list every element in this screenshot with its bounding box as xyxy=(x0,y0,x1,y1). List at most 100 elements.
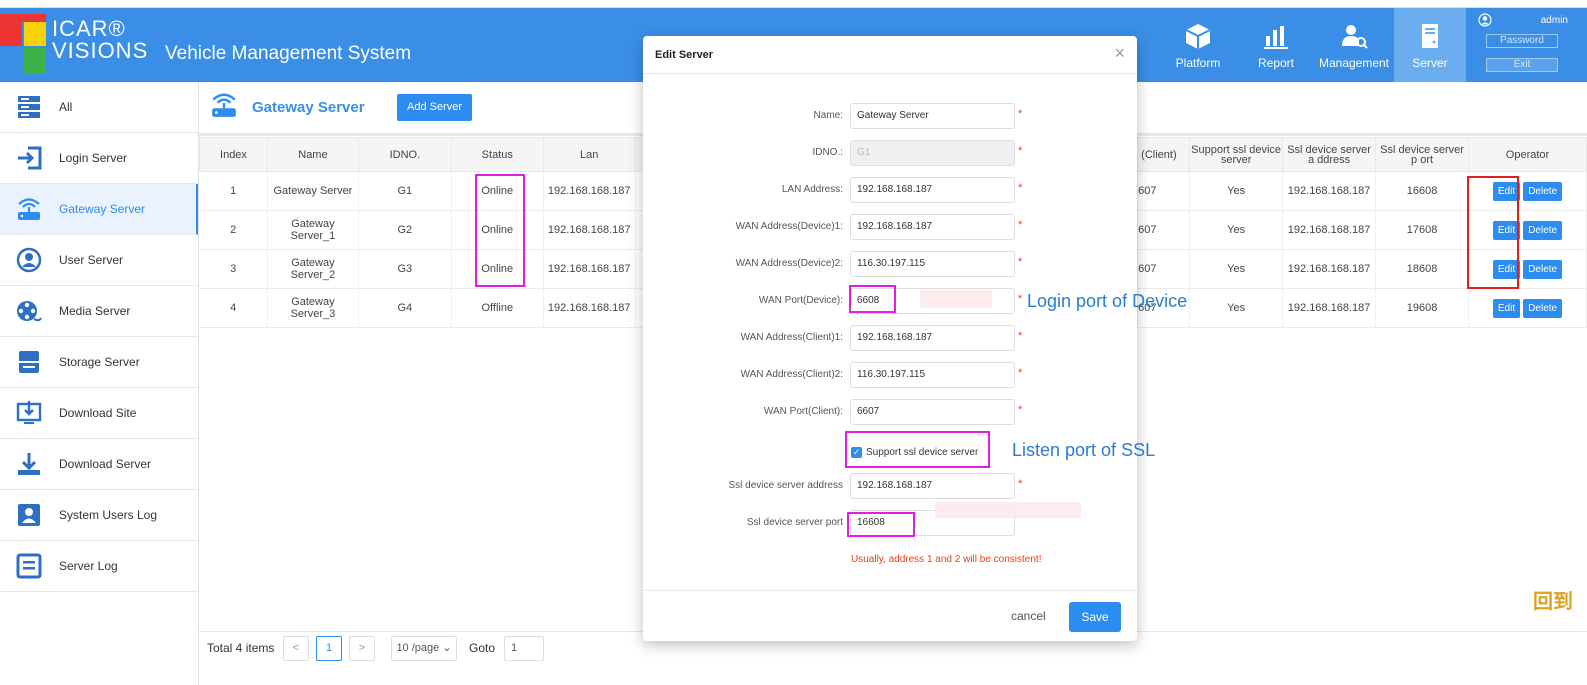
wan-client-2-input[interactable]: 116.30.197.115 xyxy=(850,362,1015,388)
nav-server-label: Server xyxy=(1412,56,1448,70)
user-search-icon xyxy=(1342,25,1368,49)
nav-report-label: Report xyxy=(1257,56,1295,70)
password-button[interactable]: Password xyxy=(1486,34,1558,48)
col-ssl-port[interactable]: Ssl device server p ort xyxy=(1375,137,1469,172)
col-client-port[interactable]: (Client) xyxy=(1137,137,1191,172)
status-highlight xyxy=(475,174,525,287)
required-mark: * xyxy=(1018,293,1023,305)
account-user: admin xyxy=(1478,13,1578,30)
wan-device-1-input[interactable]: 192.168.168.187 xyxy=(850,214,1015,240)
col-idno[interactable]: IDNO. xyxy=(357,137,452,172)
required-mark: * xyxy=(1018,219,1023,231)
sidebar-item-system-users-log[interactable]: System Users Log xyxy=(0,490,198,541)
required-mark: * xyxy=(1018,367,1023,379)
cell-index: 1 xyxy=(199,171,268,211)
col-ssl-address[interactable]: Ssl device server a ddress xyxy=(1282,137,1377,172)
required-mark: * xyxy=(1018,330,1023,342)
delete-button[interactable]: Delete xyxy=(1523,259,1563,279)
save-button[interactable]: Save xyxy=(1069,602,1121,632)
dialog-footer: cancel Save xyxy=(643,590,1137,641)
bar-chart-icon xyxy=(1264,26,1288,49)
sidebar: All Login Server Gateway Server User Ser… xyxy=(0,82,199,685)
nav-server[interactable]: Server xyxy=(1394,8,1466,82)
col-index[interactable]: Index xyxy=(199,137,268,172)
app-title: Vehicle Management System xyxy=(165,43,412,64)
sidebar-item-label: Server Log xyxy=(59,559,118,573)
field-wan-client-2: WAN Address(Client)2: 116.30.197.115 * xyxy=(643,362,1137,388)
lan-address-input[interactable]: 192.168.168.187 xyxy=(850,177,1015,203)
sidebar-item-gateway-server[interactable]: Gateway Server xyxy=(0,184,198,235)
sidebar-item-user-server[interactable]: User Server xyxy=(0,235,198,286)
page-title: Gateway Server xyxy=(252,99,365,116)
required-mark: * xyxy=(1018,404,1023,416)
nav-platform[interactable]: Platform xyxy=(1166,8,1230,82)
sidebar-item-media-server[interactable]: Media Server xyxy=(0,286,198,337)
field-label: LAN Address: xyxy=(781,184,843,195)
required-mark: * xyxy=(1018,478,1023,490)
cell-idno: G1 xyxy=(358,171,452,211)
sidebar-item-server-log[interactable]: Server Log xyxy=(0,541,198,592)
delete-button[interactable]: Delete xyxy=(1523,220,1563,240)
sidebar-item-login-server[interactable]: Login Server xyxy=(0,133,198,184)
col-name[interactable]: Name xyxy=(266,137,359,172)
nav-report[interactable]: Report xyxy=(1246,8,1306,82)
sidebar-item-label: Login Server xyxy=(59,151,128,165)
cell-lan: 192.168.168.187 xyxy=(543,249,636,289)
goto-input[interactable]: 1 xyxy=(504,636,544,661)
cell-operator: Edit Delete xyxy=(1468,288,1587,328)
cell-ssl-address: 192.168.168.187 xyxy=(1282,210,1377,250)
wan-client-1-input[interactable]: 192.168.168.187 xyxy=(850,325,1015,351)
col-lan[interactable]: Lan xyxy=(542,137,636,172)
ssl-address-input[interactable]: 192.168.168.187 xyxy=(850,473,1015,499)
user-circle-icon xyxy=(16,247,42,273)
cancel-button[interactable]: cancel xyxy=(1011,609,1046,623)
page-size-select[interactable]: 10 /page ⌄ xyxy=(391,636,457,661)
col-ssl-support[interactable]: Support ssl device server xyxy=(1189,137,1284,172)
field-name: Name: Gateway Server * xyxy=(643,103,1137,129)
page-1-button[interactable]: 1 xyxy=(316,636,342,661)
field-label: WAN Address(Device)1: xyxy=(735,221,843,232)
cell-ssl-support: Yes xyxy=(1189,210,1284,250)
required-mark: * xyxy=(1018,108,1023,120)
sidebar-item-all[interactable]: All xyxy=(0,82,198,133)
sidebar-item-download-site[interactable]: Download Site xyxy=(0,388,198,439)
sidebar-item-download-server[interactable]: Download Server xyxy=(0,439,198,490)
delete-button[interactable]: Delete xyxy=(1523,181,1563,201)
sidebar-item-label: Download Server xyxy=(59,457,152,471)
field-label: Name: xyxy=(813,110,843,121)
sidebar-item-storage-server[interactable]: Storage Server xyxy=(0,337,198,388)
edit-button[interactable]: Edit xyxy=(1492,298,1521,318)
next-page-button[interactable]: > xyxy=(349,636,375,661)
nav-management-label: Management xyxy=(1318,56,1390,70)
sidebar-item-label: Storage Server xyxy=(59,355,140,369)
cell-client-port: 607 xyxy=(1137,249,1191,289)
nav-management[interactable]: Management xyxy=(1316,8,1392,82)
sidebar-item-label: Gateway Server xyxy=(59,202,146,216)
delete-button[interactable]: Delete xyxy=(1523,298,1563,318)
brand-logo-icon xyxy=(0,14,46,74)
cube-icon xyxy=(1185,24,1211,49)
cell-idno: G4 xyxy=(358,288,452,328)
field-label: WAN Port(Client): xyxy=(763,406,843,417)
exit-button[interactable]: Exit xyxy=(1486,58,1558,72)
server-list-icon xyxy=(18,96,40,118)
cell-client-port: 607 xyxy=(1137,210,1191,250)
router-icon xyxy=(212,93,236,117)
cell-ssl-support: Yes xyxy=(1189,288,1284,328)
browser-top-edge xyxy=(0,0,1587,8)
cell-name: Gateway Server_2 xyxy=(267,249,359,289)
add-server-button[interactable]: Add Server xyxy=(397,94,472,121)
cell-idno: G2 xyxy=(358,210,452,250)
wan-device-2-input[interactable]: 116.30.197.115 xyxy=(850,251,1015,277)
wan-port-client-input[interactable]: 6607 xyxy=(850,399,1015,425)
login-icon xyxy=(18,146,42,170)
name-input[interactable]: Gateway Server xyxy=(850,103,1015,129)
required-mark: * xyxy=(1018,256,1023,268)
idno-input: G1 xyxy=(850,140,1015,166)
ssl-checkbox-highlight xyxy=(845,431,990,468)
cell-index: 4 xyxy=(199,288,268,328)
close-icon[interactable]: × xyxy=(1114,44,1125,62)
prev-page-button[interactable]: < xyxy=(283,636,309,661)
col-status[interactable]: Status xyxy=(450,137,544,172)
ssl-port-note: Listen port of SSL xyxy=(1012,440,1156,460)
